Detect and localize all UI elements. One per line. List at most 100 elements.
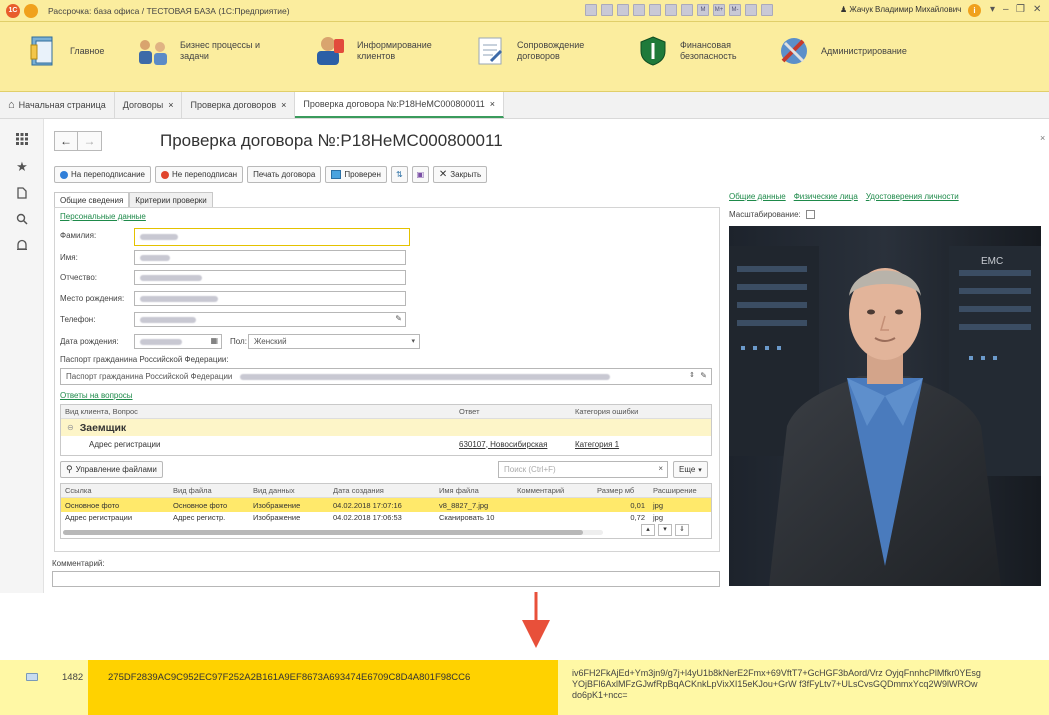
section-contract-support[interactable]: Сопровождение договоров: [473, 34, 617, 68]
forward-arrow-icon[interactable]: →: [78, 131, 102, 151]
scale-label: Масштабирование:: [729, 210, 815, 220]
title-bar: 1C Рассрочка: база офиса / ТЕСТОВАЯ БАЗА…: [0, 0, 1049, 22]
calendar-icon[interactable]: [665, 4, 677, 16]
link-individuals[interactable]: Физические лица: [794, 192, 858, 201]
chevron-down-icon[interactable]: ▾: [411, 337, 415, 345]
personal-data-link[interactable]: Персональные данные: [60, 212, 146, 221]
close-form-button[interactable]: ✕ Закрыть: [432, 166, 488, 183]
edit-icon[interactable]: ✎: [395, 314, 402, 323]
close-window-icon[interactable]: ✕: [1033, 4, 1041, 15]
open-windows-bar: ⌂ Начальная страница Договоры × Проверка …: [0, 92, 1049, 119]
answers-link[interactable]: Ответы на вопросы: [60, 391, 133, 400]
answers-group-row[interactable]: ⊖ Заемщик: [61, 419, 711, 436]
restore-icon[interactable]: ❐: [1016, 4, 1025, 15]
passport-field[interactable]: Паспорт гражданина Российской Федерации …: [60, 368, 712, 385]
files-search-input[interactable]: Поиск (Ctrl+F) ×: [498, 461, 668, 478]
copy-icon[interactable]: [649, 4, 661, 16]
print-icon[interactable]: [601, 4, 613, 16]
section-main[interactable]: Главное: [26, 34, 104, 68]
phone-field[interactable]: ✎: [134, 312, 406, 327]
home-icon: [26, 34, 60, 68]
calendar-icon[interactable]: ▦: [210, 336, 218, 345]
not-resigned-button[interactable]: Не переподписан: [155, 166, 244, 183]
horizontal-scrollbar[interactable]: [63, 530, 603, 535]
scroll-end-icon[interactable]: ⇓: [675, 524, 689, 536]
patronymic-label: Отчество:: [60, 273, 97, 282]
patronymic-field[interactable]: [134, 270, 406, 285]
scroll-thumb[interactable]: [63, 530, 583, 535]
section-business-processes[interactable]: Бизнес процессы и задачи: [136, 34, 280, 68]
arrow-down-icon: [522, 592, 550, 648]
page-title: Проверка договора №:P18HeMC000800011: [160, 131, 503, 150]
resign-button[interactable]: На переподписание: [54, 166, 151, 183]
link-id-documents[interactable]: Удостоверения личности: [866, 192, 959, 201]
answers-table: Вид клиента, Вопрос Ответ Категория ошиб…: [60, 404, 712, 456]
bell-icon[interactable]: [14, 237, 30, 253]
form-close-icon[interactable]: ×: [1040, 133, 1045, 143]
file-row[interactable]: Адрес регистрации Адрес регистр. Изображ…: [61, 512, 711, 523]
right-panel-links: Общие данные Физические лица Удостоверен…: [729, 192, 959, 201]
contract-support-icon: [473, 34, 507, 68]
tab-contract-check-active[interactable]: Проверка договора №:P18HeMC000800011 ×: [295, 92, 505, 118]
more-button[interactable]: Еще ▾: [673, 461, 708, 478]
scroll-up-icon[interactable]: ▴: [641, 524, 655, 536]
search-icon: ⚲: [66, 464, 73, 474]
answers-row[interactable]: Адрес регистрации 630107, Новосибирская …: [61, 436, 711, 452]
tab-contracts-check[interactable]: Проверка договоров ×: [182, 92, 296, 118]
memory-plus-icon[interactable]: M+: [713, 4, 725, 16]
spin-icon[interactable]: ⇕: [689, 371, 695, 379]
close-icon[interactable]: ×: [168, 100, 173, 110]
name-field[interactable]: [134, 250, 406, 265]
calculator-icon[interactable]: [681, 4, 693, 16]
search-icon[interactable]: [14, 211, 30, 227]
name-label: Имя:: [60, 253, 78, 262]
dropdown-icon[interactable]: ▾: [990, 4, 995, 15]
close-icon[interactable]: ×: [490, 99, 495, 109]
scroll-down-icon[interactable]: ▾: [658, 524, 672, 536]
main-menu-icon[interactable]: [24, 3, 38, 18]
manage-files-button[interactable]: ⚲ Управление файлами: [60, 461, 163, 478]
clear-icon[interactable]: ×: [658, 464, 663, 473]
link-general-data[interactable]: Общие данные: [729, 192, 786, 201]
print-contract-button[interactable]: Печать договора: [247, 166, 322, 183]
checked-button[interactable]: Проверен: [325, 166, 387, 183]
menu-grid-icon[interactable]: [14, 131, 30, 147]
memory-icon[interactable]: M: [697, 4, 709, 16]
edit-icon[interactable]: ✎: [700, 371, 707, 380]
back-arrow-icon[interactable]: ←: [54, 131, 78, 151]
zoom-icon[interactable]: [745, 4, 757, 16]
scale-checkbox[interactable]: [806, 210, 815, 220]
group-expand-icon[interactable]: ⊖: [67, 423, 74, 432]
section-administration[interactable]: Администрирование: [777, 34, 907, 68]
attach-icon[interactable]: ▣: [411, 166, 429, 183]
birthdate-label: Дата рождения:: [60, 337, 119, 346]
window-icon[interactable]: [761, 4, 773, 16]
tab-general[interactable]: Общие сведения: [54, 192, 130, 208]
comment-field[interactable]: [52, 571, 720, 587]
section-inform-clients[interactable]: Информирование клиентов: [313, 34, 457, 68]
inner-tabs: Общие сведения Критерии проверки: [54, 192, 213, 208]
history-icon[interactable]: [14, 185, 30, 201]
minimize-icon[interactable]: –: [1003, 4, 1009, 15]
result-hash-cell: [88, 660, 558, 715]
gender-select[interactable]: Женский ▾: [248, 334, 420, 349]
tab-home[interactable]: ⌂ Начальная страница: [0, 92, 115, 118]
grid-icon[interactable]: [585, 4, 597, 16]
star-icon[interactable]: ★: [14, 159, 30, 175]
info-icon[interactable]: i: [968, 4, 981, 17]
preview-icon[interactable]: [617, 4, 629, 16]
save-icon[interactable]: [633, 4, 645, 16]
surname-field[interactable]: [134, 228, 410, 246]
current-user[interactable]: ♟ Жачук Владимир Михайлович: [840, 5, 961, 14]
birthdate-field[interactable]: ▦: [134, 334, 222, 349]
tab-contracts[interactable]: Договоры ×: [115, 92, 183, 118]
file-row[interactable]: Основное фото Основное фото Изображение …: [61, 498, 711, 512]
birthplace-field[interactable]: [134, 291, 406, 306]
tab-criteria[interactable]: Критерии проверки: [129, 192, 213, 208]
result-hash: 275DF2839AC9C952EC97F252A2B161A9EF8673A6…: [108, 672, 471, 683]
memory-minus-icon[interactable]: M-: [729, 4, 741, 16]
section-financial-security[interactable]: Финансовая безопасность: [636, 34, 780, 68]
inform-clients-icon: [313, 34, 347, 68]
swap-icon[interactable]: ⇅: [390, 166, 408, 183]
close-icon[interactable]: ×: [281, 100, 286, 110]
